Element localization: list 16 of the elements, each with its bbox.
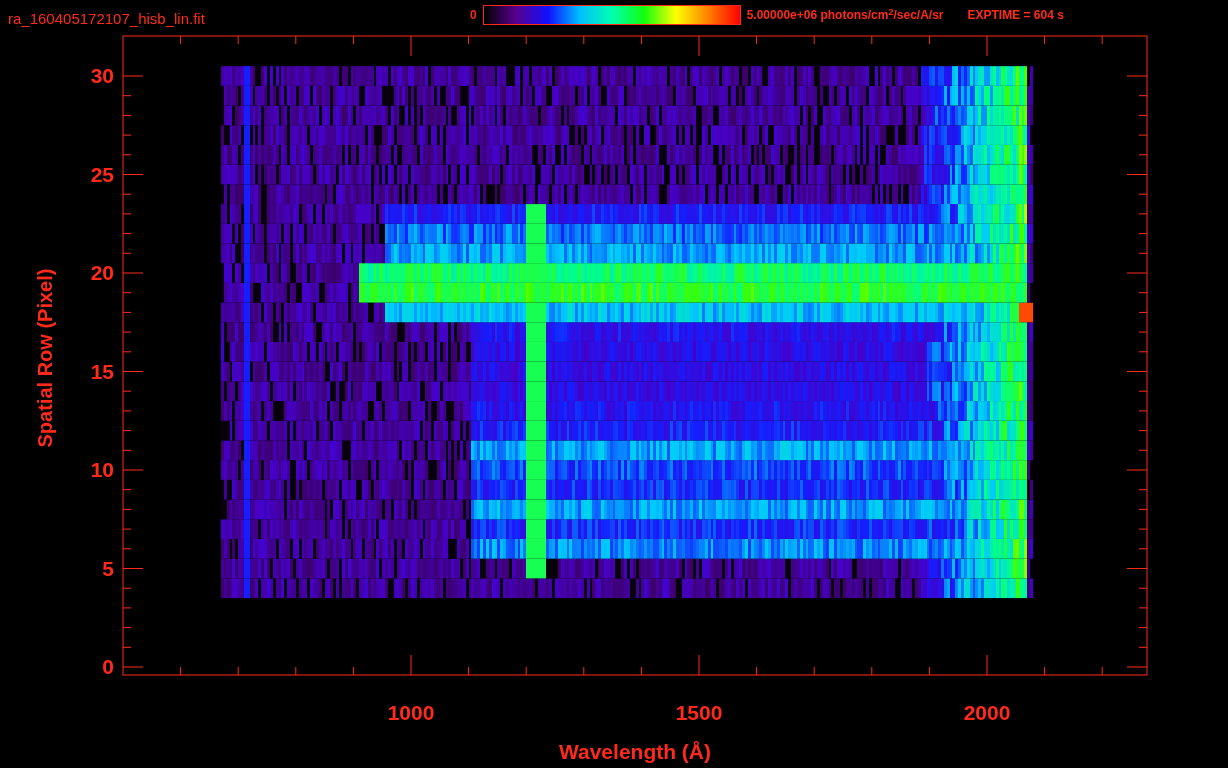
y-tick-label: 15 — [89, 360, 114, 382]
y-tick-label: 10 — [89, 459, 114, 480]
exposure-time: EXPTIME = 604 s — [967, 7, 1064, 24]
x-tick-label: 2000 — [962, 702, 1012, 723]
file-title: ra_160405172107_hisb_lin.fit — [8, 9, 205, 29]
x-tick-label: 1500 — [674, 702, 724, 723]
colorbar-max-label: 5.00000e+06 photons/cm$^{2}$/sec/A/sr — [746, 6, 944, 24]
y-axis-label: Spatial Row (Pixel) — [33, 268, 57, 448]
y-tick-label: 5 — [101, 557, 114, 579]
y-tick-label: 30 — [89, 65, 114, 86]
colorbar-min-label: 0 — [470, 7, 477, 24]
x-tick-label: 1000 — [386, 702, 436, 723]
y-tick-label: 0 — [101, 656, 114, 677]
y-tick-label: 20 — [89, 262, 114, 283]
x-axis-label: Wavelength (Å) — [558, 739, 712, 765]
y-tick-label: 25 — [89, 163, 114, 185]
